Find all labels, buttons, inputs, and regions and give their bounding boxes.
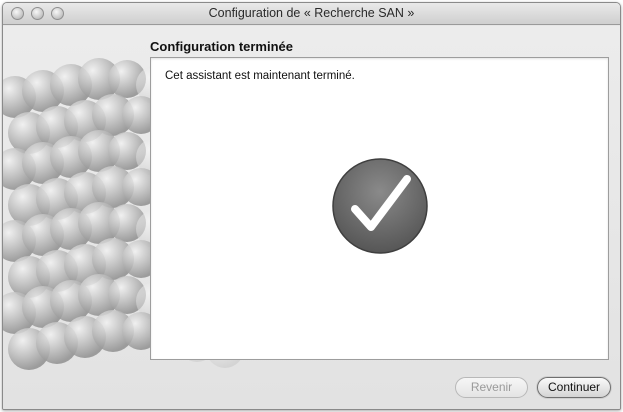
- window-title: Configuration de « Recherche SAN »: [208, 6, 415, 20]
- continue-button[interactable]: Continuer: [537, 377, 611, 398]
- assistant-content: Configuration terminée Cet assistant est…: [3, 26, 620, 409]
- title-bar[interactable]: Configuration de « Recherche SAN »: [3, 3, 620, 25]
- setup-assistant-window: Configuration de « Recherche SAN » Confi…: [2, 2, 621, 410]
- status-panel: Cet assistant est maintenant terminé.: [150, 57, 609, 360]
- section-title: Configuration terminée: [150, 39, 294, 54]
- status-message: Cet assistant est maintenant terminé.: [165, 70, 355, 82]
- checkmark-icon: [332, 158, 428, 254]
- back-button[interactable]: Revenir: [455, 377, 528, 398]
